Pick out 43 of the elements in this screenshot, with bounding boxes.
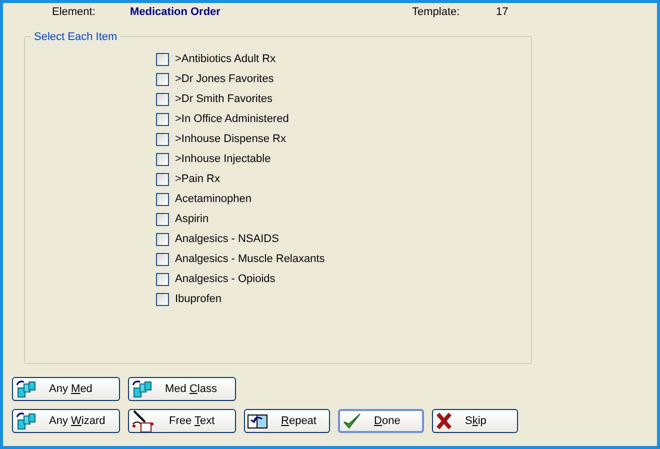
- checkbox-item[interactable]: >Antibiotics Adult Rx: [156, 49, 531, 69]
- checkbox-item[interactable]: >Dr Jones Favorites: [156, 69, 531, 89]
- checkbox-item[interactable]: >In Office Administered: [156, 109, 531, 129]
- toolbar-button[interactable]: Done: [338, 409, 424, 433]
- checkbox[interactable]: [156, 172, 169, 186]
- checkbox[interactable]: [156, 272, 169, 286]
- repeat-icon: [247, 412, 269, 430]
- checkbox[interactable]: [156, 52, 169, 66]
- checkbox-item[interactable]: >Dr Smith Favorites: [156, 89, 531, 109]
- checkbox[interactable]: [156, 152, 169, 166]
- checkbox[interactable]: [156, 112, 169, 126]
- checkmark-icon: [342, 412, 362, 430]
- cubes-icon: [15, 379, 37, 399]
- checkbox-item[interactable]: Aspirin: [156, 209, 531, 229]
- toolbar-button[interactable]: Skip: [432, 409, 518, 433]
- checkbox-item[interactable]: Acetaminophen: [156, 189, 531, 209]
- checkbox-item[interactable]: >Pain Rx: [156, 169, 531, 189]
- template-value: 17: [496, 4, 508, 20]
- x-icon: [435, 412, 453, 430]
- checkbox-item[interactable]: Analgesics - Opioids: [156, 269, 531, 289]
- cubes-icon: [131, 379, 153, 399]
- cubes-icon: [15, 411, 37, 431]
- checkbox-item[interactable]: Analgesics - NSAIDS: [156, 229, 531, 249]
- element-label: Element:: [52, 4, 96, 20]
- toolbar-button[interactable]: Any Med: [12, 377, 120, 401]
- checkbox[interactable]: [156, 132, 169, 146]
- toolbar-button[interactable]: Med Class: [128, 377, 236, 401]
- checkbox-item[interactable]: >Inhouse Dispense Rx: [156, 129, 531, 149]
- checkbox[interactable]: [156, 292, 169, 306]
- checkbox[interactable]: [156, 232, 169, 246]
- toolbar-button[interactable]: Repeat: [244, 409, 330, 433]
- checkbox-item[interactable]: Ibuprofen: [156, 289, 531, 309]
- checkbox[interactable]: [156, 92, 169, 106]
- element-value: Medication Order: [130, 4, 222, 20]
- toolbar-button[interactable]: Free Text: [128, 409, 236, 433]
- template-label: Template:: [412, 4, 461, 20]
- checkbox[interactable]: [156, 212, 169, 226]
- checkbox[interactable]: [156, 192, 169, 206]
- checkbox[interactable]: [156, 252, 169, 266]
- toolbar-button[interactable]: Any Wizard: [12, 409, 120, 433]
- checkbox-item[interactable]: >Inhouse Injectable: [156, 149, 531, 169]
- checkbox[interactable]: [156, 72, 169, 86]
- checkbox-item[interactable]: Analgesics - Muscle Relaxants: [156, 249, 531, 269]
